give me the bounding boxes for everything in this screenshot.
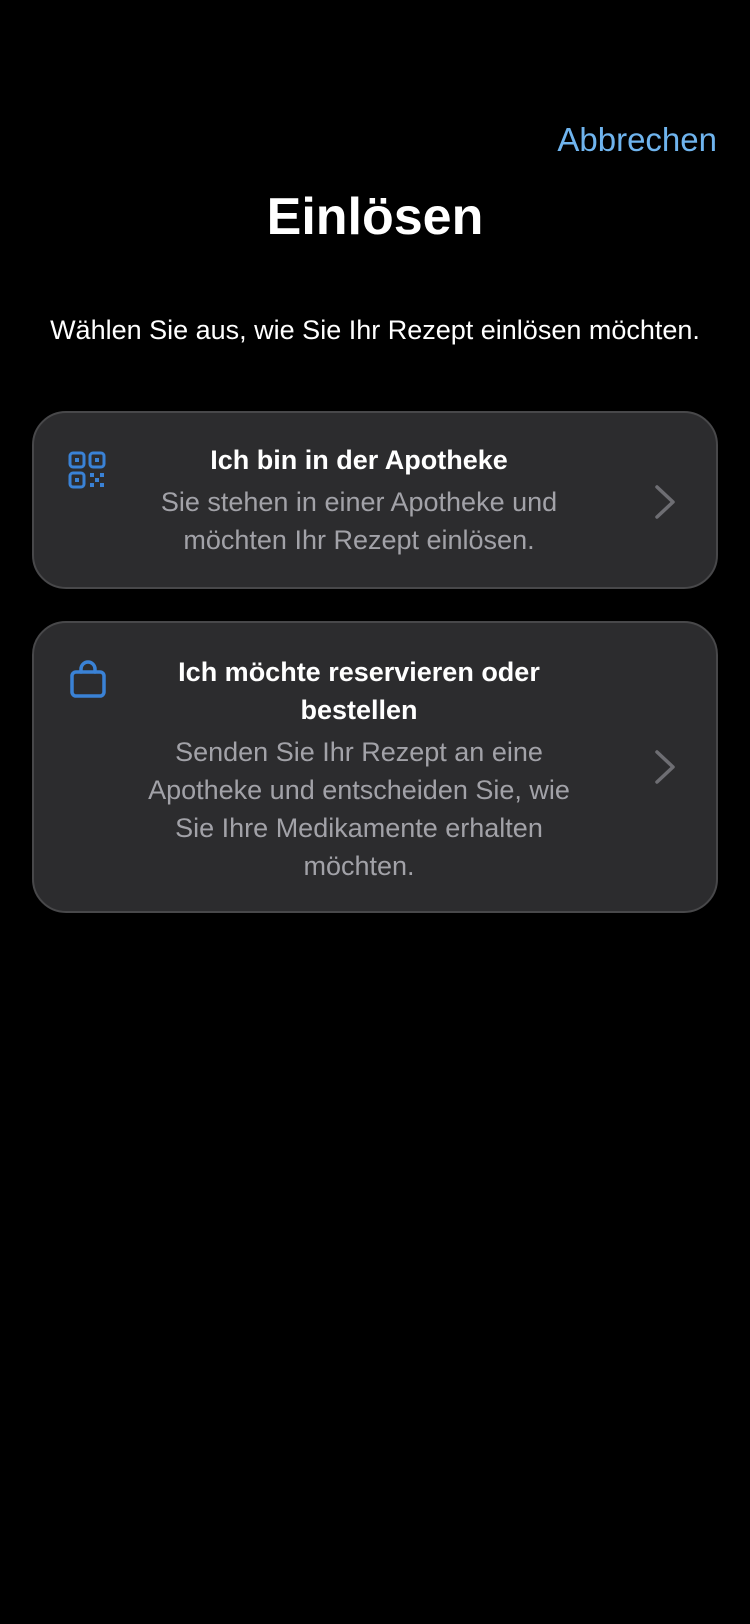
chevron-right-icon	[655, 485, 675, 519]
chevron-right-icon	[655, 750, 675, 784]
option-text: Ich bin in der Apotheke Sie stehen in ei…	[144, 441, 574, 559]
option-title: Ich bin in der Apotheke	[210, 445, 508, 475]
option-description: Senden Sie Ihr Rezept an eine Apotheke u…	[148, 737, 570, 881]
shopping-bag-icon	[70, 660, 106, 698]
option-title: Ich möchte reservieren oder bestellen	[178, 657, 540, 725]
option-description: Sie stehen in einer Apotheke und möchten…	[160, 487, 558, 555]
cancel-button[interactable]: Abbrechen	[557, 118, 717, 162]
qr-code-icon	[68, 451, 106, 489]
option-card-pharmacy[interactable]: Ich bin in der Apotheke Sie stehen in ei…	[32, 411, 718, 589]
option-text: Ich möchte reservieren oder bestellen Se…	[144, 653, 574, 885]
page-title: Einlösen	[266, 188, 484, 246]
option-card-reserve-order[interactable]: Ich möchte reservieren oder bestellen Se…	[32, 621, 718, 913]
page-subtitle: Wählen Sie aus, wie Sie Ihr Rezept einlö…	[50, 315, 700, 345]
